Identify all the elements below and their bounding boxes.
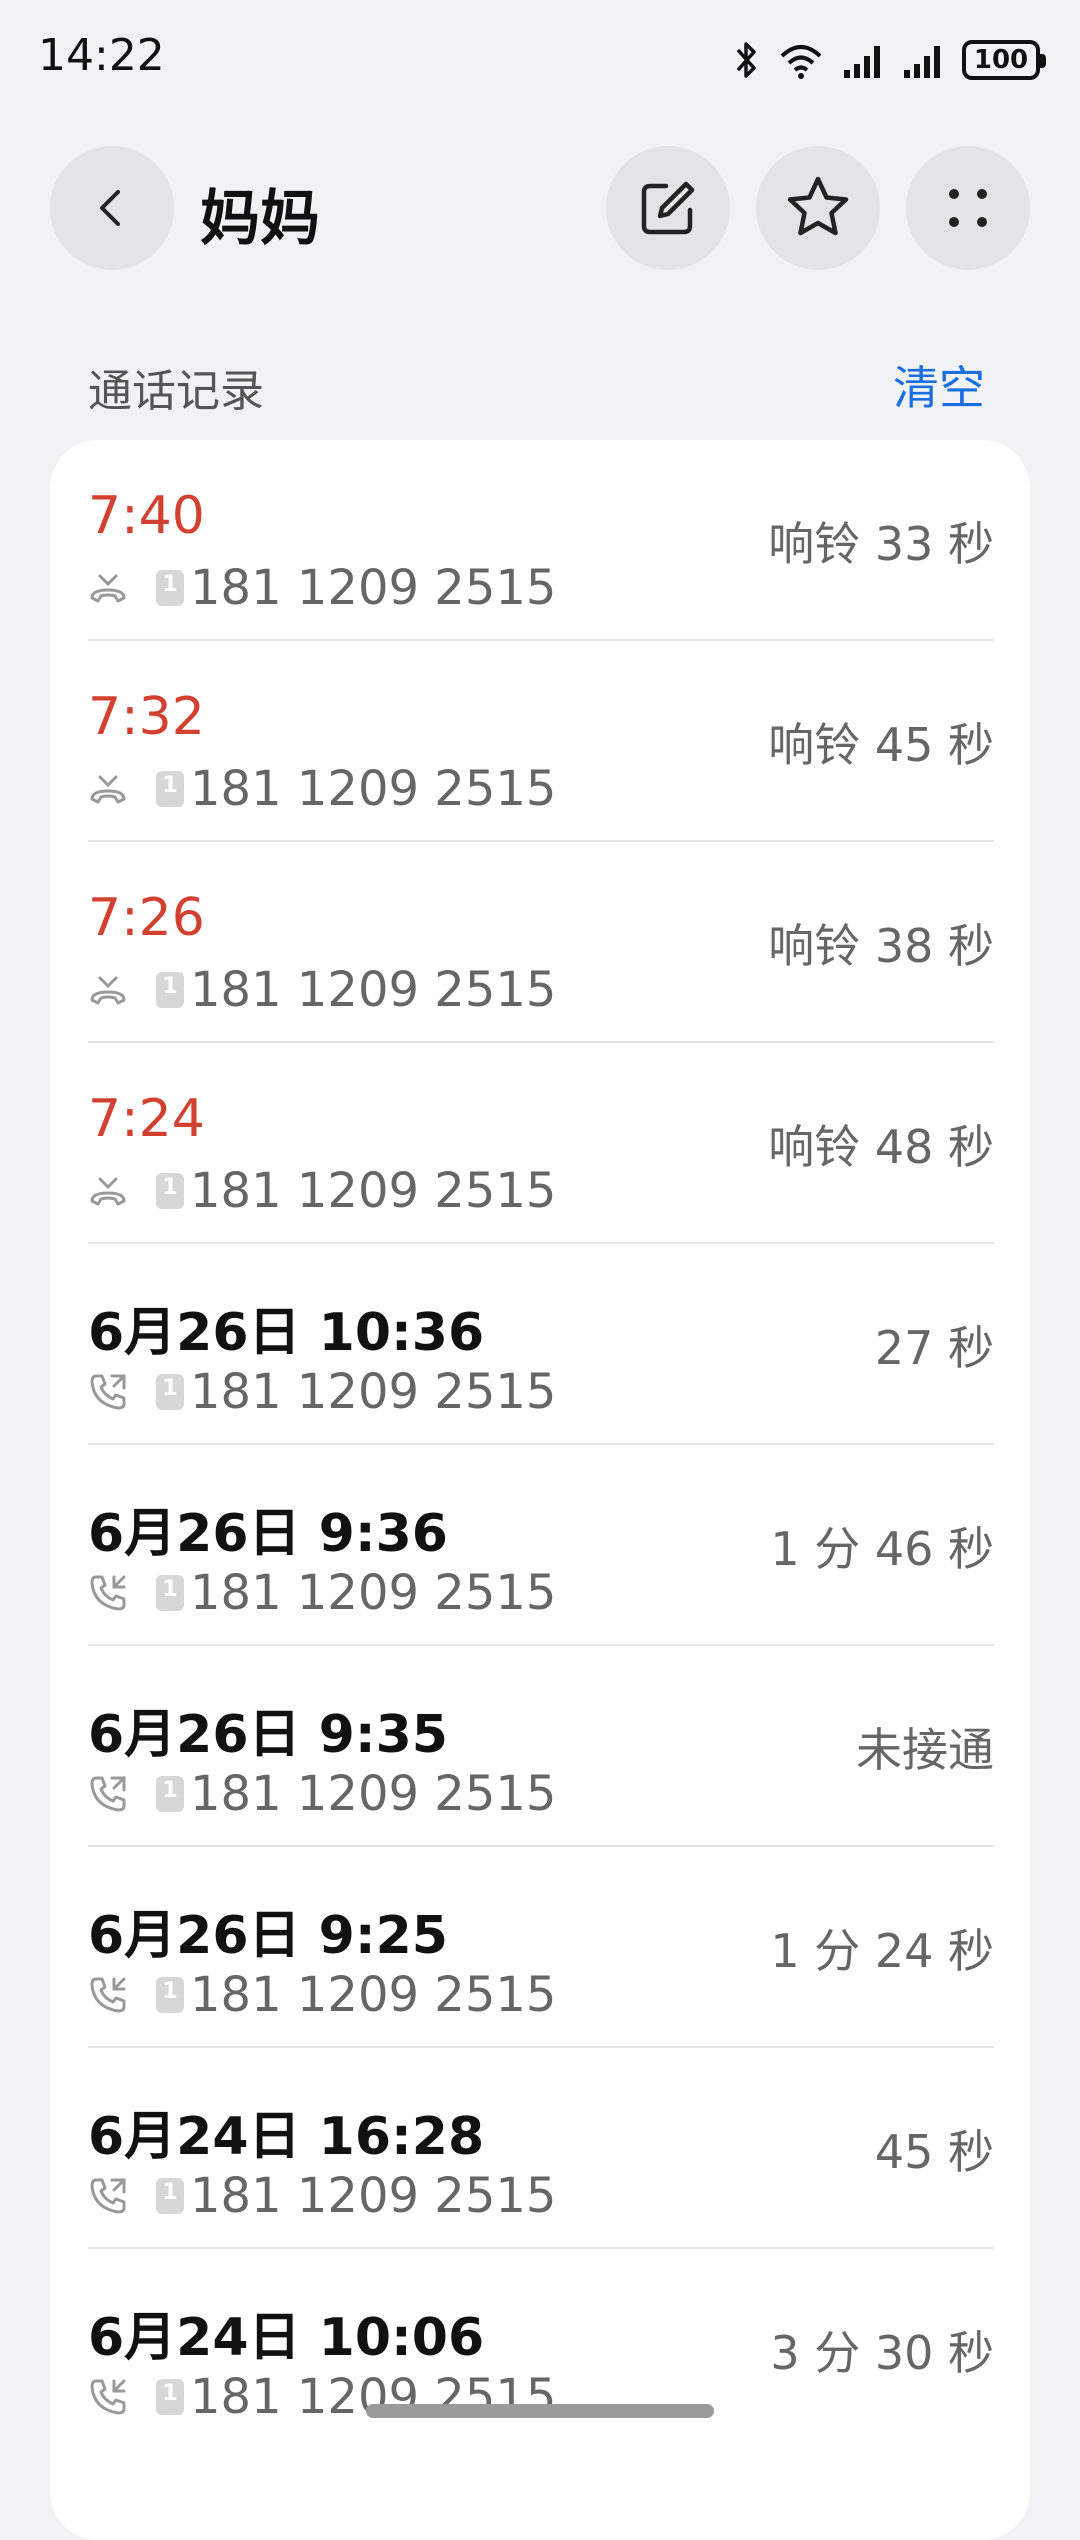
sim-icon	[156, 2379, 184, 2415]
call-row[interactable]: 7:32 181 1209 2515 响铃 45 秒	[88, 641, 994, 842]
favorite-button[interactable]	[756, 146, 880, 270]
star-icon	[787, 176, 849, 236]
call-number: 181 1209 2515	[190, 1967, 557, 2023]
call-duration: 响铃 38 秒	[768, 918, 994, 973]
call-row[interactable]: 6月24日 16:28 181 1209 2515 45 秒	[88, 2048, 994, 2249]
home-indicator[interactable]	[366, 2404, 714, 2418]
missed-call-icon	[90, 574, 126, 603]
incoming-call-icon	[90, 1977, 126, 2013]
call-row[interactable]: 7:40 181 1209 2515 响铃 33 秒	[88, 440, 994, 641]
call-time: 6月24日 10:06	[88, 2308, 485, 2368]
call-row[interactable]: 7:26 181 1209 2515 响铃 38 秒	[88, 842, 994, 1043]
call-row[interactable]: 7:24 181 1209 2515 响铃 48 秒	[88, 1043, 994, 1244]
call-number: 181 1209 2515	[190, 1766, 557, 1822]
more-icon	[949, 189, 987, 227]
bluetooth-icon	[736, 42, 756, 78]
status-icons: 100	[734, 36, 1046, 84]
call-time: 6月26日 9:25	[88, 1906, 448, 1966]
call-time: 6月24日 16:28	[88, 2107, 485, 2167]
call-number: 181 1209 2515	[190, 962, 557, 1018]
missed-call-icon	[90, 775, 126, 804]
call-row[interactable]: 6月26日 9:36 181 1209 2515 1 分 46 秒	[88, 1445, 994, 1646]
more-button[interactable]	[906, 146, 1030, 270]
call-row[interactable]: 6月26日 9:35 181 1209 2515 未接通	[88, 1646, 994, 1847]
sim-icon	[156, 972, 184, 1008]
edit-button[interactable]	[606, 146, 730, 270]
call-number: 181 1209 2515	[190, 2168, 557, 2224]
call-duration: 响铃 48 秒	[768, 1119, 994, 1174]
call-log-list: 7:40 181 1209 2515 响铃 33 秒 7:32 181 1209…	[50, 440, 1030, 2540]
outgoing-call-icon	[90, 2178, 126, 2214]
call-time: 6月26日 10:36	[88, 1303, 485, 1363]
call-duration: 1 分 24 秒	[770, 1923, 994, 1978]
call-number: 181 1209 2515	[190, 560, 557, 616]
sim-icon	[156, 1173, 184, 1209]
sim-icon	[156, 2178, 184, 2214]
wifi-icon	[780, 45, 822, 79]
call-duration: 1 分 46 秒	[770, 1521, 994, 1576]
sim-icon	[156, 1374, 184, 1410]
contact-name: 妈妈	[200, 184, 320, 254]
call-log-title: 通话记录	[88, 366, 264, 417]
signal-icon	[904, 46, 940, 78]
call-time: 6月26日 9:35	[88, 1705, 448, 1765]
call-duration: 3 分 30 秒	[770, 2325, 994, 2380]
missed-call-icon	[90, 1177, 126, 1206]
call-time: 7:32	[88, 687, 205, 747]
outgoing-call-icon	[90, 1776, 126, 1812]
call-row[interactable]: 6月26日 9:25 181 1209 2515 1 分 24 秒	[88, 1847, 994, 2048]
back-button[interactable]	[50, 146, 174, 270]
incoming-call-icon	[90, 2379, 126, 2415]
incoming-call-icon	[90, 1575, 126, 1611]
sim-icon	[156, 1575, 184, 1611]
call-duration: 未接通	[856, 1722, 994, 1777]
header: 妈妈	[0, 146, 1080, 270]
back-icon	[100, 190, 120, 226]
call-number: 181 1209 2515	[190, 1565, 557, 1621]
call-time: 7:24	[88, 1089, 205, 1149]
sim-icon	[156, 570, 184, 606]
call-duration: 响铃 33 秒	[768, 516, 994, 571]
call-row[interactable]: 6月26日 10:36 181 1209 2515 27 秒	[88, 1244, 994, 1445]
missed-call-icon	[90, 976, 126, 1005]
call-time: 7:26	[88, 888, 205, 948]
call-number: 181 1209 2515	[190, 1163, 557, 1219]
battery-indicator: 100	[962, 40, 1046, 80]
edit-icon	[641, 181, 695, 235]
call-duration: 27 秒	[874, 1320, 994, 1375]
call-number: 181 1209 2515	[190, 761, 557, 817]
sim-icon	[156, 1977, 184, 2013]
outgoing-call-icon	[90, 1374, 126, 1410]
status-time: 14:22	[38, 30, 165, 81]
call-number: 181 1209 2515	[190, 1364, 557, 1420]
call-time: 7:40	[88, 486, 205, 546]
status-bar: 14:22 100	[0, 0, 1080, 120]
call-duration: 45 秒	[874, 2124, 994, 2179]
call-time: 6月26日 9:36	[88, 1504, 448, 1564]
call-duration: 响铃 45 秒	[768, 717, 994, 772]
call-row[interactable]: 6月24日 10:06 181 1209 2515 3 分 30 秒	[88, 2249, 994, 2450]
signal-icon	[844, 46, 880, 78]
sim-icon	[156, 771, 184, 807]
sim-icon	[156, 1776, 184, 1812]
clear-button[interactable]: 清空	[893, 352, 985, 418]
